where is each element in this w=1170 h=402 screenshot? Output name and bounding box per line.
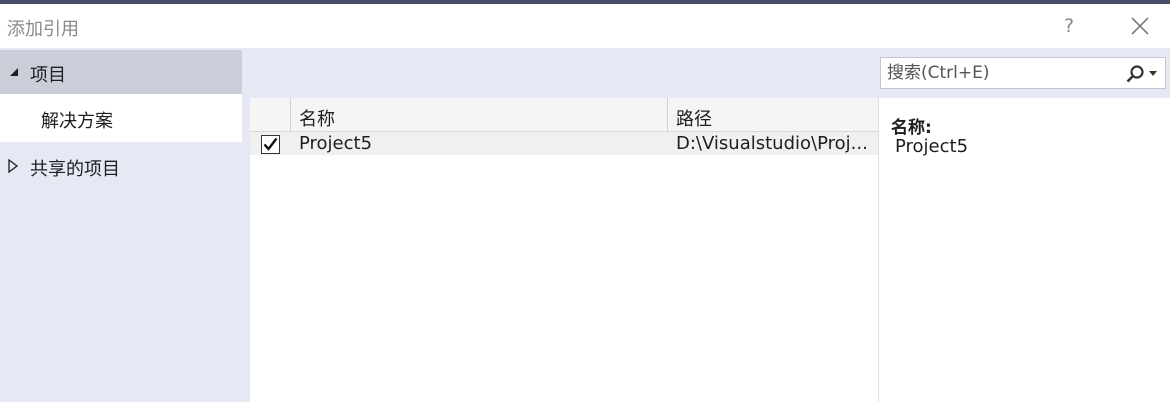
header-name-column[interactable]: 名称: [291, 98, 668, 131]
checkmark-icon: [263, 137, 278, 151]
header-label: 名称: [299, 109, 335, 130]
search-options-dropdown-icon[interactable]: [1149, 71, 1157, 76]
collapsed-triangle-icon[interactable]: [6, 159, 20, 173]
details-name-label: 名称:: [891, 118, 932, 138]
sidebar-item-label: 项目: [30, 65, 66, 86]
project-list: 名称 路径 Project5 D:\Visualstudio\Proj...: [250, 98, 878, 402]
header-path-column[interactable]: 路径: [668, 98, 878, 131]
sidebar-item-projects[interactable]: 项目: [0, 50, 242, 94]
list-header: 名称 路径: [250, 98, 878, 132]
row-name: Project5: [299, 133, 373, 154]
header-checkbox-column: [250, 98, 291, 131]
sidebar-item-label: 解决方案: [41, 111, 113, 132]
table-row[interactable]: Project5 D:\Visualstudio\Proj...: [250, 132, 878, 155]
row-checkbox[interactable]: [261, 135, 280, 154]
help-button[interactable]: ?: [1058, 13, 1080, 39]
close-icon: [1131, 17, 1149, 35]
dialog-title: 添加引用: [7, 19, 79, 40]
close-button[interactable]: [1126, 12, 1154, 40]
search-box[interactable]: [880, 57, 1166, 89]
sidebar-item-solution[interactable]: 解决方案: [0, 94, 242, 142]
sidebar: 项目 解决方案 共享的项目: [0, 48, 242, 402]
header-label: 路径: [676, 109, 712, 130]
search-input[interactable]: [887, 61, 1117, 85]
search-icon[interactable]: [1125, 64, 1145, 84]
details-name-value: Project5: [895, 136, 969, 157]
title-bar: 添加引用 ?: [0, 4, 1170, 48]
row-path: D:\Visualstudio\Proj...: [676, 133, 868, 154]
expanded-triangle-icon[interactable]: [7, 65, 21, 79]
sidebar-item-shared-projects[interactable]: 共享的项目: [0, 144, 242, 188]
sidebar-item-label: 共享的项目: [30, 159, 120, 180]
details-pane: 名称: Project5: [878, 98, 1170, 402]
